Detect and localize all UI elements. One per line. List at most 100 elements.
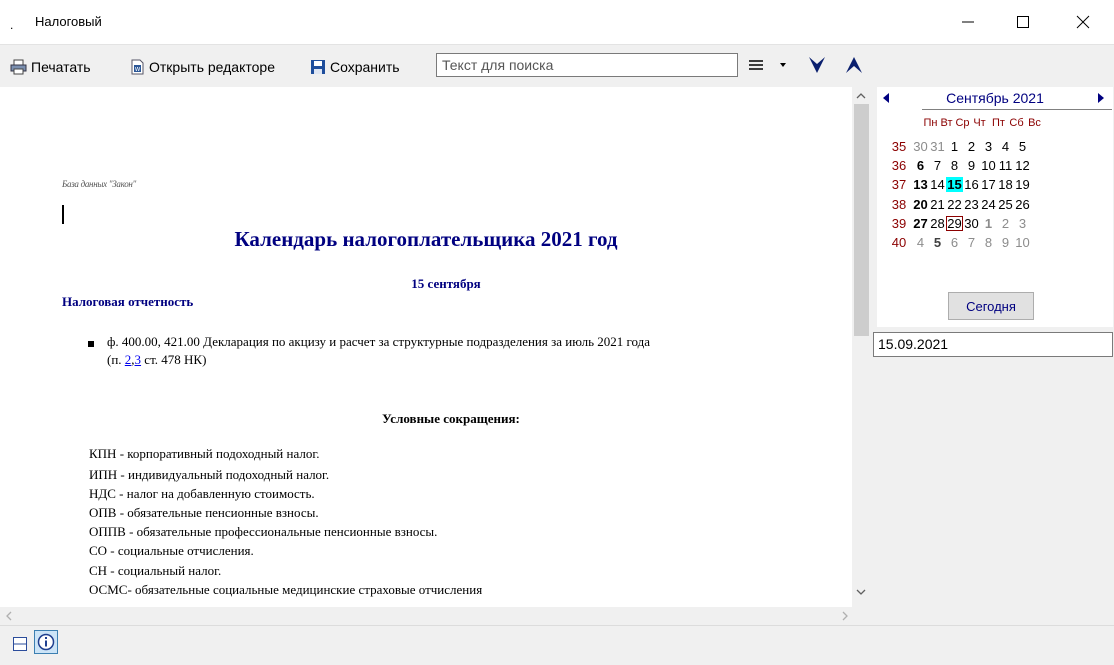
calendar-day-selected[interactable]: 15 xyxy=(946,177,963,192)
print-button[interactable]: Печатать xyxy=(10,57,91,77)
calendar-day-name: Пн xyxy=(923,117,938,129)
calendar-day[interactable]: 13 xyxy=(912,177,929,192)
info-button[interactable] xyxy=(34,630,58,654)
abbreviation-item: ОППВ - обязательные профессиональные пен… xyxy=(89,524,438,539)
horizontal-scrollbar[interactable] xyxy=(0,607,871,625)
calendar-day[interactable]: 4 xyxy=(912,235,929,250)
calendar-day[interactable]: 17 xyxy=(980,177,997,192)
close-button[interactable] xyxy=(1060,0,1106,44)
calendar-day[interactable]: 7 xyxy=(929,158,946,173)
calendar-day[interactable]: 28 xyxy=(929,216,946,231)
calendar-day-name: Вс xyxy=(1028,117,1041,129)
abbreviation-item: ОПВ - обязательные пенсионные взносы. xyxy=(89,505,319,520)
calendar-day[interactable]: 21 xyxy=(929,197,946,212)
floppy-disk-icon xyxy=(311,60,325,74)
calendar-day[interactable]: 30 xyxy=(963,216,980,231)
split-view-button[interactable] xyxy=(10,634,30,654)
calendar-day[interactable]: 4 xyxy=(997,139,1014,154)
chevron-down-icon xyxy=(809,57,825,73)
save-label: Сохранить xyxy=(330,59,400,75)
today-button[interactable]: Сегодня xyxy=(948,292,1034,320)
next-month-button[interactable] xyxy=(1094,89,1108,107)
calendar-day[interactable]: 23 xyxy=(963,197,980,212)
section-heading: Налоговая отчетность xyxy=(62,294,194,309)
calendar-day[interactable]: 2 xyxy=(997,216,1014,231)
calendar-day[interactable]: 1 xyxy=(946,139,963,154)
menu-dropdown-button[interactable] xyxy=(748,57,788,73)
document-date: 15 сентября xyxy=(411,276,481,291)
calendar-day[interactable]: 9 xyxy=(997,235,1014,250)
list-bullet xyxy=(88,341,94,347)
calendar-day-name: Вт xyxy=(940,117,953,129)
document-title: Календарь налогоплательщика 2021 год xyxy=(234,227,618,251)
calendar-day-today[interactable]: 29 xyxy=(946,216,963,231)
save-button[interactable]: Сохранить xyxy=(310,57,400,77)
triangle-right-icon xyxy=(1098,93,1104,103)
previous-match-button[interactable] xyxy=(842,53,866,77)
calendar-month-label[interactable]: Сентябрь 2021 xyxy=(920,90,1070,106)
calendar-day[interactable]: 24 xyxy=(980,197,997,212)
info-icon xyxy=(37,633,55,651)
calendar-day[interactable]: 18 xyxy=(997,177,1014,192)
calendar-week-number: 37 xyxy=(891,177,907,192)
open-editor-label: Открыть редакторе xyxy=(149,59,275,75)
calendar-day[interactable]: 31 xyxy=(929,139,946,154)
scroll-right-icon[interactable] xyxy=(840,610,850,622)
calendar-day[interactable]: 10 xyxy=(980,158,997,173)
calendar-day[interactable]: 22 xyxy=(946,197,963,212)
scroll-left-icon[interactable] xyxy=(4,610,14,622)
calendar-day[interactable]: 26 xyxy=(1014,197,1031,212)
calendar-day-name: Сб xyxy=(1009,117,1024,129)
calendar-day[interactable]: 3 xyxy=(1014,216,1031,231)
calendar-day[interactable]: 1 xyxy=(980,216,997,231)
split-view-icon xyxy=(13,637,27,651)
word-doc-icon: w xyxy=(131,59,144,75)
calendar-day[interactable]: 11 xyxy=(997,158,1014,173)
calendar-day[interactable]: 3 xyxy=(980,139,997,154)
scroll-down-icon[interactable] xyxy=(855,587,867,597)
calendar-day[interactable]: 8 xyxy=(946,158,963,173)
calendar-day[interactable]: 20 xyxy=(912,197,929,212)
reference-suffix: ст. 478 НК) xyxy=(141,352,207,367)
calendar-day[interactable]: 5 xyxy=(1014,139,1031,154)
calendar-day-name: Чт xyxy=(973,117,986,129)
calendar-day[interactable]: 7 xyxy=(963,235,980,250)
calendar-day[interactable]: 12 xyxy=(1014,158,1031,173)
calendar-day[interactable]: 14 xyxy=(929,177,946,192)
dropdown-arrow-icon xyxy=(780,63,786,67)
abbreviation-item: ИПН - индивидуальный подоходный налог. xyxy=(89,467,330,482)
open-editor-button[interactable]: w Открыть редакторе xyxy=(130,57,275,77)
abbreviations-title: Условные сокращения: xyxy=(382,411,520,426)
calendar-week-number: 40 xyxy=(891,235,907,250)
calendar-day[interactable]: 5 xyxy=(929,235,946,250)
maximize-button[interactable] xyxy=(1000,0,1046,44)
search-input[interactable] xyxy=(436,53,738,77)
vertical-scroll-thumb[interactable] xyxy=(854,104,869,336)
scroll-up-icon[interactable] xyxy=(855,91,867,101)
calendar-day[interactable]: 19 xyxy=(1014,177,1031,192)
minimize-button[interactable] xyxy=(945,0,991,44)
calendar-day[interactable]: 6 xyxy=(912,158,929,173)
calendar-week-number: 35 xyxy=(891,139,907,154)
calendar-day[interactable]: 8 xyxy=(980,235,997,250)
calendar-day[interactable]: 16 xyxy=(963,177,980,192)
abbreviation-item: СН - социальный налог. xyxy=(89,563,222,578)
calendar-day[interactable]: 25 xyxy=(997,197,1014,212)
abbreviation-item: ОСМС- обязательные социальные медицински… xyxy=(89,582,483,597)
calendar-day-name: Пт xyxy=(992,117,1005,129)
triangle-left-icon xyxy=(883,93,889,103)
abbreviation-item: СО - социальные отчисления. xyxy=(89,543,254,558)
next-match-button[interactable] xyxy=(805,53,829,77)
calendar-day-name: Ср xyxy=(955,117,970,129)
calendar-week-number: 36 xyxy=(891,158,907,173)
hamburger-icon xyxy=(749,60,763,70)
calendar-day[interactable]: 10 xyxy=(1014,235,1031,250)
calendar-day[interactable]: 2 xyxy=(963,139,980,154)
calendar-day[interactable]: 30 xyxy=(912,139,929,154)
calendar-day[interactable]: 9 xyxy=(963,158,980,173)
calendar-day[interactable]: 6 xyxy=(946,235,963,250)
calendar-day[interactable]: 27 xyxy=(912,216,929,231)
previous-month-button[interactable] xyxy=(879,89,893,107)
date-field[interactable]: 15.09.2021 xyxy=(873,332,1113,357)
reference-prefix: (п. xyxy=(107,352,125,367)
